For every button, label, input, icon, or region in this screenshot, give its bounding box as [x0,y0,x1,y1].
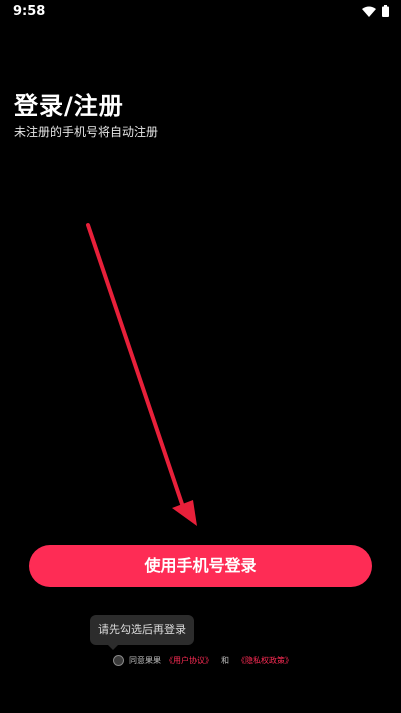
page-subtitle: 未注册的手机号将自动注册 [14,125,159,139]
agreement-and: 和 [221,656,229,665]
phone-login-button[interactable]: 使用手机号登录 [29,545,372,587]
status-bar: 9:58 [0,0,401,24]
tooltip-tail [108,645,118,650]
user-agreement-link[interactable]: 《用户协议》 [165,655,213,666]
agreement-checkbox[interactable] [113,655,124,666]
tooltip-text: 请先勾选后再登录 [98,623,186,636]
agreement-row: 同意果果 《用户协议》 和 《隐私权政策》 [113,655,297,666]
privacy-policy-link[interactable]: 《隐私权政策》 [237,655,293,666]
battery-icon [382,5,389,17]
wifi-icon [362,6,376,17]
status-icons [362,5,389,17]
page-title: 登录/注册 [14,92,124,120]
tooltip: 请先勾选后再登录 [90,615,194,650]
agreement-prefix: 同意果果 [129,656,161,665]
status-time: 9:58 [13,4,46,19]
